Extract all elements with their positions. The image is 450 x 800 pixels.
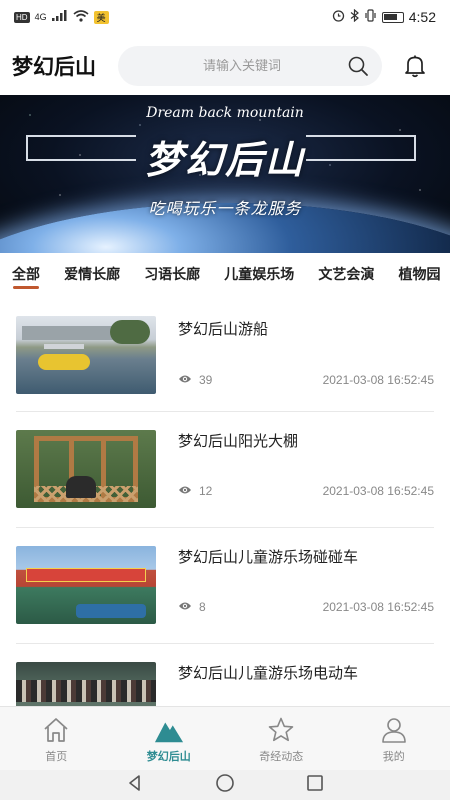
banner-slogan: 吃喝玩乐一条龙服务 <box>148 199 302 218</box>
network-label: 4G <box>34 12 47 22</box>
nav-home[interactable]: 首页 <box>0 707 113 770</box>
view-count: 8 <box>178 600 206 614</box>
mountain-icon <box>154 715 184 745</box>
search-icon[interactable] <box>346 54 370 78</box>
list-item[interactable]: 梦幻后山阳光大棚 12 2021-03-08 16:52:45 <box>16 412 434 528</box>
bottom-navigation: 首页 梦幻后山 奇经动态 我的 <box>0 706 450 770</box>
eye-icon <box>178 600 192 614</box>
search-bar[interactable] <box>118 46 382 86</box>
thumbnail-image <box>16 316 156 394</box>
view-count: 12 <box>178 484 212 498</box>
view-count-value: 8 <box>199 600 206 614</box>
attraction-list: 梦幻后山游船 39 2021-03-08 16:52:45 梦幻后山阳光大棚 1… <box>0 296 450 706</box>
item-title: 梦幻后山游船 <box>178 320 269 338</box>
tab-quotes-corridor[interactable]: 习语长廊 <box>144 258 200 296</box>
signal-icon <box>51 10 68 24</box>
wifi-icon <box>73 9 89 25</box>
nav-home-label: 首页 <box>45 750 68 763</box>
vibrate-icon <box>364 9 377 25</box>
tab-all[interactable]: 全部 <box>12 258 40 296</box>
notification-bell-icon[interactable] <box>395 46 435 86</box>
eye-icon <box>178 373 192 387</box>
list-item[interactable]: 梦幻后山儿童游乐场电动车 <box>16 644 434 706</box>
banner-english-title: Dream back mountain <box>146 105 304 121</box>
item-date: 2021-03-08 16:52:45 <box>322 600 434 614</box>
recents-icon[interactable] <box>305 773 325 797</box>
alarm-icon <box>332 9 345 25</box>
promo-banner[interactable]: Dream back mountain 梦幻后山 吃喝玩乐一条龙服务 <box>0 95 450 253</box>
bluetooth-icon <box>350 8 359 25</box>
battery-icon <box>381 11 404 23</box>
status-bar: HD 4G 美 4:52 <box>0 0 450 34</box>
view-count: 39 <box>178 373 212 387</box>
view-count-value: 12 <box>199 484 213 498</box>
thumbnail-image <box>16 662 156 706</box>
nav-news[interactable]: 奇经动态 <box>225 707 338 770</box>
tab-love-corridor[interactable]: 爱情长廊 <box>64 258 120 296</box>
user-icon <box>379 715 409 745</box>
item-title: 梦幻后山阳光大棚 <box>178 432 299 450</box>
hd-indicator: HD <box>14 11 30 23</box>
category-tabs: 全部 爱情长廊 习语长廊 儿童娱乐场 文艺会演 植物园 <box>0 258 450 296</box>
nav-news-label: 奇经动态 <box>259 750 304 763</box>
item-title: 梦幻后山儿童游乐场电动车 <box>178 664 359 682</box>
home-circle-icon[interactable] <box>215 773 235 797</box>
nav-profile-label: 我的 <box>382 750 405 763</box>
tab-botanical-garden[interactable]: 植物园 <box>398 258 440 296</box>
home-icon <box>41 715 71 745</box>
item-date: 2021-03-08 16:52:45 <box>322 373 434 387</box>
nav-mountain-label: 梦幻后山 <box>146 750 191 763</box>
banner-title: 梦幻后山 <box>144 137 305 182</box>
eye-icon <box>178 484 192 498</box>
view-count-value: 39 <box>199 373 213 387</box>
item-title: 梦幻后山儿童游乐场碰碰车 <box>178 548 359 566</box>
list-item[interactable]: 梦幻后山游船 39 2021-03-08 16:52:45 <box>16 312 434 412</box>
app-title: 梦幻后山 <box>12 55 96 79</box>
thumbnail-image <box>16 430 156 508</box>
tab-performances[interactable]: 文艺会演 <box>318 258 374 296</box>
search-input[interactable] <box>138 58 346 74</box>
tab-kids-playground[interactable]: 儿童娱乐场 <box>224 258 294 296</box>
star-icon <box>266 715 296 745</box>
list-item[interactable]: 梦幻后山儿童游乐场碰碰车 8 2021-03-08 16:52:45 <box>16 528 434 644</box>
back-icon[interactable] <box>125 773 145 797</box>
nav-profile[interactable]: 我的 <box>338 707 450 770</box>
thumbnail-image <box>16 546 156 624</box>
nav-mountain[interactable]: 梦幻后山 <box>113 707 226 770</box>
app-notification-badge: 美 <box>93 10 109 24</box>
clock: 4:52 <box>408 9 436 25</box>
app-header: 梦幻后山 <box>0 42 450 90</box>
item-date: 2021-03-08 16:52:45 <box>322 484 434 498</box>
system-navigation-bar <box>0 770 450 800</box>
